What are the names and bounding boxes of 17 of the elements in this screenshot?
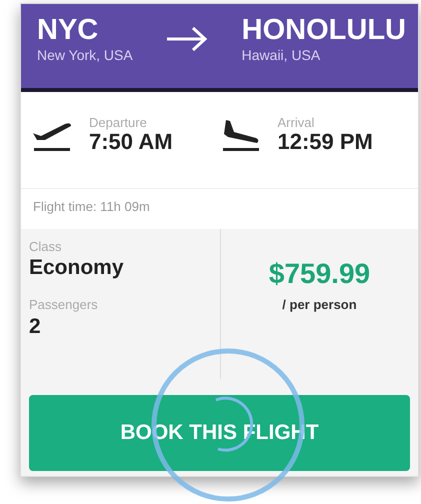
flight-time: Flight time: 11h 09m [21,188,418,228]
origin-code: NYC [37,16,100,45]
price: $759.99 [268,256,372,290]
detail-label: Passengers [29,296,99,314]
time-label: Departure [89,116,148,130]
origin-place: New York, USA [37,46,133,65]
price-unit: / per person [281,296,358,314]
time-value: 12:59 PM [278,130,373,154]
destination-place: Hawaii, USA [242,46,322,65]
arrow-icon [165,24,210,54]
detail-value: Economy [29,256,125,280]
detail-value: 2 [29,314,42,338]
detail-label: Class [29,238,63,256]
book-button[interactable]: BOOK THIS FLIGHT [29,394,410,470]
time-value: 7:50 AM [89,130,173,154]
destination-code: HONOLULU [242,16,406,45]
time-label: Arrival [278,116,316,130]
